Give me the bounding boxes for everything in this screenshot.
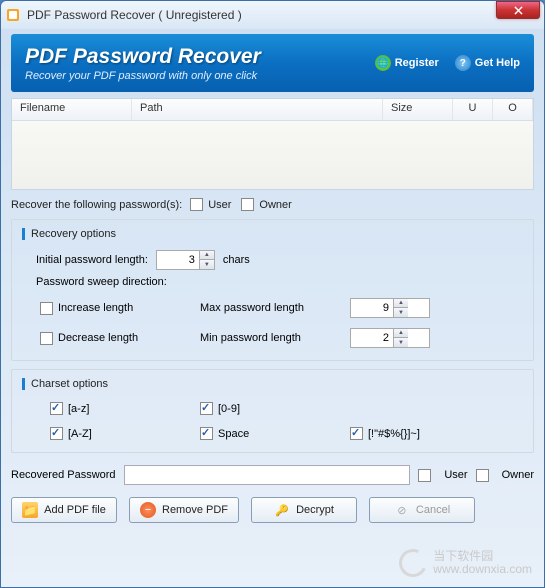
sweep-grid: Increase length Max password length ▲ ▼ … [22,298,523,348]
increase-checkbox[interactable] [40,302,53,315]
recovered-user-checkbox[interactable] [418,469,431,482]
help-link[interactable]: ? Get Help [455,55,520,71]
charset-digits: [0-9] [200,402,350,415]
watermark-url: www.downxia.com [433,563,532,576]
decrease-checkbox[interactable] [40,332,53,345]
button-row: 📁 Add PDF file − Remove PDF 🔑 Decrypt ⊘ … [11,497,534,523]
initial-length-row: Initial password length: ▲ ▼ chars [22,250,523,270]
col-path[interactable]: Path [132,99,383,120]
spinner-down-icon[interactable]: ▼ [199,260,214,269]
recovery-title: Recovery options [22,228,523,240]
digits-checkbox[interactable] [200,402,213,415]
content-area: PDF Password Recover Recover your PDF pa… [1,29,544,531]
min-length-spinner[interactable]: ▲ ▼ [350,328,430,348]
recovered-input[interactable] [124,465,411,485]
AZ-checkbox[interactable] [50,427,63,440]
key-icon: 🔑 [274,502,290,518]
az-checkbox[interactable] [50,402,63,415]
decrease-row: Decrease length [40,332,200,345]
register-link[interactable]: 🌐 Register [375,55,439,71]
recovered-label: Recovered Password [11,469,116,481]
remove-pdf-button[interactable]: − Remove PDF [129,497,239,523]
recover-passwords-row: Recover the following password(s): User … [11,198,534,211]
chars-label: chars [223,254,250,266]
banner-title: PDF Password Recover [25,45,375,69]
recovery-section: Recovery options Initial password length… [11,219,534,361]
decrease-label: Decrease length [58,332,138,344]
cancel-button[interactable]: ⊘ Cancel [369,497,475,523]
recovered-owner-label: Owner [502,469,534,481]
add-pdf-button[interactable]: 📁 Add PDF file [11,497,117,523]
spinner-up-icon[interactable]: ▲ [393,329,408,338]
section-bar-icon [22,378,25,390]
charset-title: Charset options [22,378,523,390]
sweep-label: Password sweep direction: [22,276,523,288]
initial-length-label: Initial password length: [36,254,148,266]
banner-text: PDF Password Recover Recover your PDF pa… [25,45,375,82]
watermark-logo-icon [395,545,431,581]
min-length-input[interactable] [351,330,393,346]
watermark: 当下软件园 www.downxia.com [399,549,532,577]
banner: PDF Password Recover Recover your PDF pa… [11,34,534,92]
initial-length-input[interactable] [157,252,199,268]
min-length-label: Min password length [200,332,350,344]
app-window: PDF Password Recover ( Unregistered ) PD… [0,0,545,588]
col-filename[interactable]: Filename [12,99,132,120]
remove-icon: − [140,502,156,518]
user-label: User [208,199,231,211]
window-title: PDF Password Recover ( Unregistered ) [27,8,496,22]
charset-az: [a-z] [50,402,200,415]
folder-add-icon: 📁 [22,502,38,518]
banner-links: 🌐 Register ? Get Help [375,55,520,71]
special-checkbox[interactable] [350,427,363,440]
space-checkbox[interactable] [200,427,213,440]
help-icon: ? [455,55,471,71]
user-checkbox[interactable] [190,198,203,211]
max-length-label: Max password length [200,302,350,314]
spinner-down-icon[interactable]: ▼ [393,308,408,317]
close-icon [514,6,523,15]
max-length-input[interactable] [351,300,393,316]
close-button[interactable] [496,1,540,19]
charset-space: Space [200,427,350,440]
increase-label: Increase length [58,302,133,314]
col-size[interactable]: Size [383,99,453,120]
recovered-user-label: User [444,469,467,481]
banner-subtitle: Recover your PDF password with only one … [25,70,375,82]
col-u[interactable]: U [453,99,493,120]
section-bar-icon [22,228,25,240]
spinner-down-icon[interactable]: ▼ [393,338,408,347]
recovered-row: Recovered Password User Owner [11,465,534,485]
increase-row: Increase length [40,302,200,315]
col-o[interactable]: O [493,99,533,120]
initial-length-spinner[interactable]: ▲ ▼ [156,250,215,270]
recovered-owner-checkbox[interactable] [476,469,489,482]
charset-AZ: [A-Z] [50,427,200,440]
owner-label: Owner [259,199,291,211]
max-length-spinner[interactable]: ▲ ▼ [350,298,430,318]
app-icon [5,7,21,23]
owner-checkbox[interactable] [241,198,254,211]
decrypt-button[interactable]: 🔑 Decrypt [251,497,357,523]
watermark-name: 当下软件园 [433,550,532,563]
charset-special: [!"#$%{}]~] [350,427,500,440]
spinner-up-icon[interactable]: ▲ [199,251,214,260]
register-label: Register [395,57,439,69]
globe-icon: 🌐 [375,55,391,71]
file-table: Filename Path Size U O [11,98,534,190]
spinner-up-icon[interactable]: ▲ [393,299,408,308]
charset-grid: [a-z] [0-9] [A-Z] Space [!"#$%{}]~] [22,402,523,440]
titlebar: PDF Password Recover ( Unregistered ) [1,1,544,29]
cancel-icon: ⊘ [394,502,410,518]
charset-section: Charset options [a-z] [0-9] [A-Z] [11,369,534,453]
table-body[interactable] [12,121,533,189]
recover-label: Recover the following password(s): [11,199,182,211]
table-header: Filename Path Size U O [12,99,533,121]
help-label: Get Help [475,57,520,69]
